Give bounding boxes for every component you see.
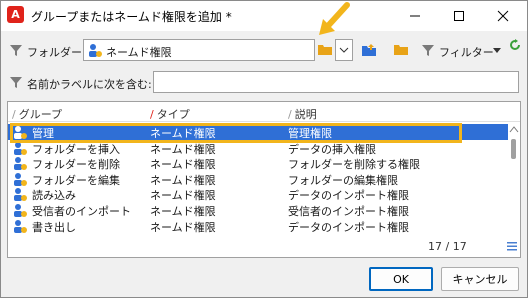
minimize-icon — [410, 15, 420, 17]
list-row[interactable]: 受信者のインポート ネームド権限 受信者のインポート権限 — [8, 202, 508, 218]
search-input[interactable] — [153, 71, 519, 93]
refresh-icon[interactable] — [509, 39, 521, 51]
search-row: 名前かラベルに次を含む: — [1, 71, 527, 95]
row-type: ネームド権限 — [150, 142, 216, 156]
row-type: ネームド権限 — [150, 158, 216, 172]
user-group-icon — [14, 203, 27, 217]
column-header-type[interactable]: / タイプ — [150, 106, 190, 122]
user-group-icon — [14, 188, 27, 202]
list-row[interactable]: フォルダーを削除 ネームド権限 フォルダーを削除する権限 — [8, 155, 508, 171]
row-type: ネームド権限 — [150, 173, 216, 187]
user-group-icon — [14, 141, 27, 155]
row-type: ネームド権限 — [150, 127, 216, 140]
chevron-down-icon — [339, 47, 349, 53]
open-folder-icon[interactable] — [393, 42, 409, 56]
list-rows: 管理 ネームド権限 管理権限 フォルダーを挿入 ネームド権限 データの挿入権限 フォルダーを… — [8, 124, 508, 234]
annotation-arrow-icon — [319, 2, 350, 35]
maximize-icon — [454, 11, 464, 21]
folder-upload-icon[interactable] — [361, 42, 377, 58]
list-row[interactable]: 管理 ネームド権限 管理権限 — [8, 124, 508, 140]
search-label: 名前かラベルに次を含む: — [27, 78, 152, 91]
window-title: グループまたはネームド権限を追加 * — [31, 10, 232, 24]
row-group-name: 受信者のインポート — [32, 204, 131, 218]
row-description: データの挿入権限 — [288, 142, 376, 156]
folder-label: フォルダー: — [27, 46, 86, 59]
user-group-icon — [14, 126, 27, 139]
column-header-group[interactable]: / グループ — [12, 106, 62, 122]
maximize-button[interactable] — [439, 1, 479, 31]
row-type: ネームド権限 — [150, 204, 216, 218]
title-bar: A グループまたはネームド権限を追加 * — [1, 1, 527, 31]
user-group-icon — [89, 44, 102, 57]
group-list: / グループ / タイプ / 説明 管理 ネームド権限 管理権限 フォルダーを挿入 ネームド権… — [7, 101, 521, 258]
cancel-button[interactable]: キャンセル — [441, 267, 519, 291]
filter-icon[interactable] — [421, 43, 435, 57]
item-count: 17 / 17 — [428, 240, 467, 253]
column-header-description[interactable]: / 説明 — [288, 106, 317, 122]
folder-value: ネームド権限 — [106, 46, 172, 59]
row-group-name: 読み込み — [32, 189, 76, 203]
list-options-icon[interactable] — [506, 240, 518, 252]
row-description: データのインポート権限 — [288, 189, 409, 203]
app-logo-icon: A — [7, 6, 24, 23]
row-group-name: フォルダーを挿入 — [32, 142, 120, 156]
list-row[interactable]: 書き出し ネームド権限 データのインポート権限 — [8, 218, 508, 234]
row-type: ネームド権限 — [150, 220, 216, 234]
funnel-icon — [10, 77, 22, 88]
list-row[interactable]: フォルダーを挿入 ネームド権限 データの挿入権限 — [8, 140, 508, 156]
dialog-window: A グループまたはネームド権限を追加 * フォルダー: ネームド権限 フィルター… — [0, 0, 528, 298]
scroll-up-icon[interactable] — [509, 125, 519, 133]
user-group-icon — [14, 219, 27, 233]
folder-toolbar: フォルダー: ネームド権限 フィルター — [1, 39, 527, 63]
row-description: 管理権限 — [288, 127, 332, 140]
row-group-name: フォルダーを削除 — [32, 158, 120, 172]
row-description: フォルダーを削除する権限 — [288, 158, 420, 172]
ok-button[interactable]: OK — [369, 267, 433, 291]
minimize-button[interactable] — [395, 1, 435, 31]
user-group-icon — [14, 172, 27, 186]
user-group-icon — [14, 157, 27, 171]
funnel-icon — [10, 45, 22, 56]
list-scrollbar[interactable] — [508, 123, 520, 257]
row-group-name: フォルダーを編集 — [32, 173, 120, 187]
close-icon — [497, 10, 509, 22]
filter-label[interactable]: フィルター — [439, 44, 494, 60]
folder-field[interactable]: ネームド権限 — [83, 39, 315, 61]
row-description: データのインポート権限 — [288, 220, 409, 234]
list-row[interactable]: 読み込み ネームド権限 データのインポート権限 — [8, 186, 508, 202]
row-description: 受信者のインポート権限 — [288, 204, 409, 218]
list-header: / グループ / タイプ / 説明 — [8, 102, 520, 122]
scroll-thumb[interactable] — [511, 139, 516, 159]
close-button[interactable] — [483, 1, 523, 31]
row-group-name: 管理 — [32, 127, 54, 140]
row-type: ネームド権限 — [150, 189, 216, 203]
row-description: フォルダーの編集権限 — [288, 173, 398, 187]
caret-down-icon[interactable] — [493, 48, 501, 54]
list-row[interactable]: フォルダーを編集 ネームド権限 フォルダーの編集権限 — [8, 171, 508, 187]
row-group-name: 書き出し — [32, 220, 76, 234]
